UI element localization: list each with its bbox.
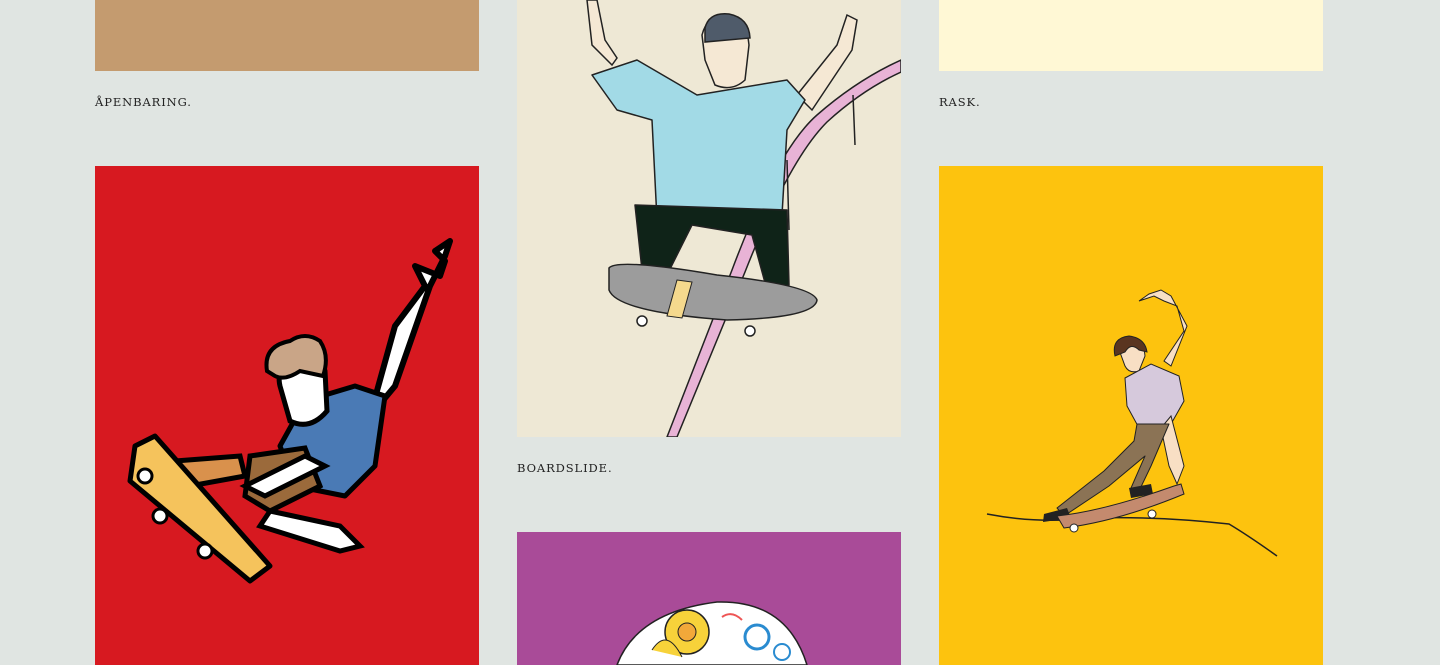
artwork-caption-apenbaring[interactable]: ÅPENBARING. [95,95,192,109]
skater-grab-illustration [127,238,453,584]
boardslide-illustration [586,0,901,437]
artwork-yellow-skater-image[interactable] [939,166,1323,665]
flower-pattern-illustration [616,601,808,665]
artwork-apenbaring-image[interactable] [95,0,479,71]
artwork-caption-boardslide[interactable]: BOARDSLIDE. [517,461,613,475]
artwork-red-skater-image[interactable] [95,166,479,665]
artwork-purple-image[interactable] [517,532,901,665]
artwork-boardslide-image[interactable] [517,0,901,437]
artwork-caption-rask[interactable]: RASK. [939,95,981,109]
artwork-rask-image[interactable] [939,0,1323,71]
skater-grind-illustration [986,289,1278,557]
